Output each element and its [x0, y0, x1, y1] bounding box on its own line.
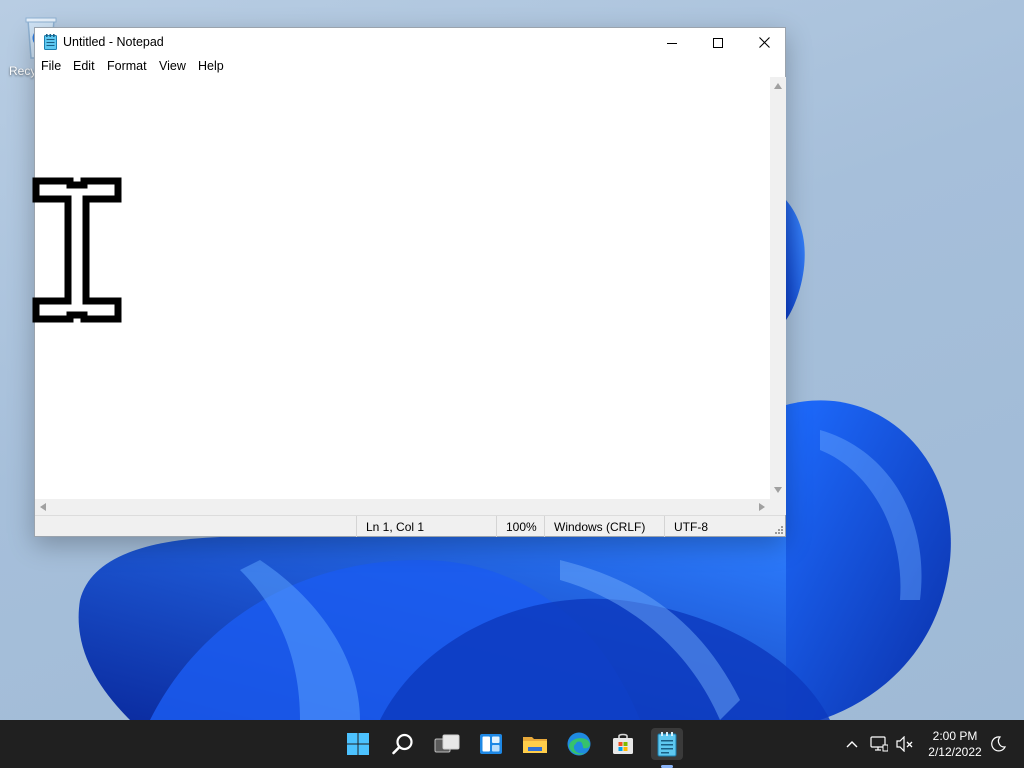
edge-icon — [567, 732, 591, 756]
clock-time: 2:00 PM — [932, 729, 978, 743]
clock-date: 2/12/2022 — [928, 745, 982, 759]
menu-edit[interactable]: Edit — [73, 59, 95, 73]
scroll-up-icon[interactable] — [774, 83, 782, 89]
widgets-icon — [480, 734, 502, 754]
status-zoom: 100% — [496, 516, 544, 537]
notepad-icon — [657, 732, 677, 757]
i-beam-cursor-icon — [32, 177, 122, 323]
store-icon — [613, 733, 633, 754]
menu-bar: File Edit Format View Help — [35, 57, 785, 77]
scroll-right-icon[interactable] — [759, 503, 765, 511]
menu-format[interactable]: Format — [107, 59, 147, 73]
maximize-button[interactable] — [695, 28, 741, 57]
minimize-icon — [667, 42, 677, 44]
text-editor[interactable] — [35, 77, 770, 499]
menu-help[interactable]: Help — [198, 59, 224, 73]
tray-network[interactable] — [868, 720, 890, 768]
notepad-window: Untitled - Notepad File Edit Format View… — [34, 27, 786, 537]
taskbar-widgets[interactable] — [475, 728, 507, 760]
taskbar-notepad[interactable] — [651, 728, 683, 760]
night-light-icon — [991, 736, 1006, 752]
chevron-up-icon — [846, 741, 858, 748]
status-bar: Ln 1, Col 1 100% Windows (CRLF) UTF-8 — [35, 515, 785, 537]
network-icon — [870, 736, 888, 752]
scroll-left-icon[interactable] — [40, 503, 46, 511]
title-bar[interactable]: Untitled - Notepad — [35, 28, 785, 57]
menu-view[interactable]: View — [159, 59, 186, 73]
status-line-ending: Windows (CRLF) — [544, 516, 664, 537]
notepad-icon — [44, 34, 57, 50]
taskbar-search[interactable] — [387, 728, 419, 760]
volume-muted-icon — [896, 736, 913, 752]
vertical-scrollbar[interactable] — [770, 77, 786, 499]
search-icon — [392, 733, 413, 755]
taskbar: 2:00 PM 2/12/2022 — [0, 720, 1024, 768]
scrollbar-corner — [770, 499, 786, 515]
status-cursor-position: Ln 1, Col 1 — [356, 516, 496, 537]
close-button[interactable] — [741, 28, 787, 57]
status-encoding: UTF-8 — [664, 516, 774, 537]
start-icon — [347, 733, 369, 755]
task-view-icon — [434, 734, 460, 753]
tray-notifications[interactable] — [988, 720, 1008, 768]
maximize-icon — [713, 37, 723, 48]
taskbar-task-view[interactable] — [431, 728, 463, 760]
taskbar-store[interactable] — [607, 728, 639, 760]
taskbar-clock[interactable]: 2:00 PM 2/12/2022 — [920, 728, 990, 760]
close-icon — [758, 37, 770, 48]
resize-grip-icon[interactable] — [773, 524, 783, 534]
taskbar-start[interactable] — [342, 728, 374, 760]
horizontal-scrollbar[interactable] — [35, 499, 770, 515]
window-title: Untitled - Notepad — [63, 35, 164, 49]
tray-overflow-button[interactable] — [842, 720, 862, 768]
menu-file[interactable]: File — [41, 59, 61, 73]
minimize-button[interactable] — [649, 28, 695, 57]
taskbar-edge[interactable] — [563, 728, 595, 760]
taskbar-file-explorer[interactable] — [519, 728, 551, 760]
scroll-down-icon[interactable] — [774, 487, 782, 493]
tray-volume[interactable] — [894, 720, 916, 768]
file-explorer-icon — [523, 737, 547, 753]
